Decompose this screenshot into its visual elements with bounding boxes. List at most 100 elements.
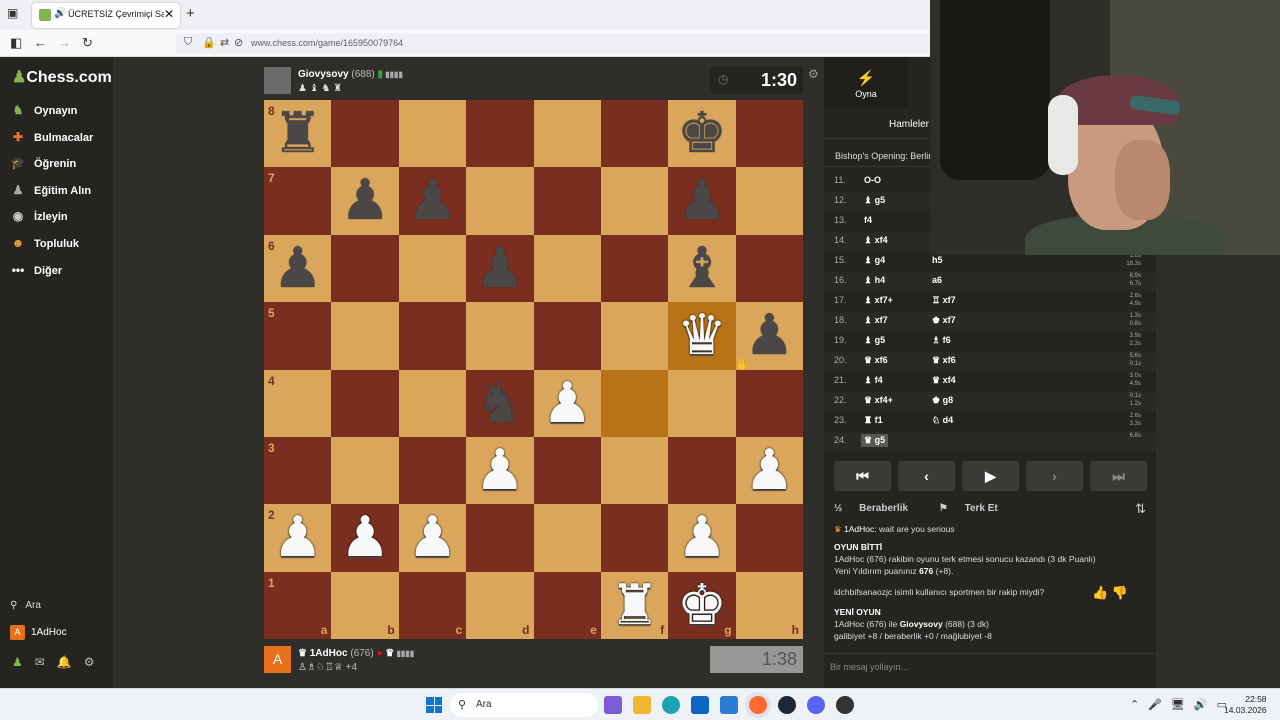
square-g7[interactable]: ♟ [668,167,736,235]
square-e4[interactable]: ♟ [533,369,601,437]
square-d5[interactable] [466,302,534,370]
square-b8[interactable] [331,100,399,168]
sidebar-item-more[interactable]: ••• Diğer [10,263,62,283]
opponent-avatar[interactable] [264,67,291,94]
square-h2[interactable] [735,504,803,572]
white-pawn-icon[interactable]: ♟ [668,504,735,571]
resign-button[interactable]: ⚑ Terk Et [939,503,1012,514]
square-e2[interactable] [533,504,601,572]
square-b7[interactable]: ♟ [331,167,399,235]
white-king-icon[interactable]: ♚ [668,572,735,639]
white-pawn-icon[interactable]: ♟ [466,437,533,504]
square-g1[interactable]: g ♚ [668,571,736,639]
square-b1[interactable]: b [331,571,399,639]
square-h3[interactable]: ♟ [735,436,803,505]
white-move[interactable]: ♝ h4 [864,275,885,286]
black-pawn-icon[interactable]: ♟ [668,167,735,234]
sidebar-item-watch[interactable]: ◉ İzleyin [10,209,68,229]
black-rook-icon[interactable]: ♜ [264,100,331,167]
black-move[interactable]: h5 [932,255,943,265]
white-move[interactable]: f4 [864,215,872,225]
windows-start-icon[interactable] [426,697,442,713]
square-d2[interactable] [466,504,534,572]
square-c7[interactable]: ♟ [398,167,467,235]
square-d1[interactable]: d [466,571,534,639]
white-rook-icon[interactable]: ♜ [601,572,668,639]
chess-logo[interactable]: ♟Chess.com [12,67,112,87]
draw-button[interactable]: ½ Beraberlik [834,503,922,514]
back-icon[interactable]: ← [34,35,47,50]
discord-icon[interactable] [807,696,825,714]
square-c8[interactable] [398,100,467,168]
tab-play[interactable]: ⚡ Oyna [824,57,908,107]
new-tab-button[interactable]: + [186,5,195,22]
muted-icon[interactable]: ⊘ [234,36,243,49]
square-e7[interactable] [533,167,601,235]
outlook-icon[interactable] [720,696,738,714]
next-move-button[interactable]: › [1026,461,1083,491]
square-d6[interactable]: ♟ [466,234,534,303]
square-g8[interactable]: ♚ [668,100,736,168]
square-d8[interactable] [466,100,534,168]
square-f2[interactable] [600,504,669,572]
square-f7[interactable] [600,167,669,235]
black-pawn-icon[interactable]: ♟ [399,167,466,234]
white-move[interactable]: ♝ g5 [864,195,885,206]
tab-close-icon[interactable]: ✕ [164,7,174,21]
first-move-button[interactable]: ⏮ [834,461,891,491]
black-move[interactable]: a6 [932,275,942,285]
flip-board-icon[interactable]: ⇅ [1135,501,1146,517]
white-move[interactable]: ♝ xf4 [864,235,888,246]
shield-icon[interactable]: ⛉ [184,36,192,49]
steam-icon[interactable] [778,696,796,714]
square-c4[interactable] [398,369,467,437]
black-move[interactable]: ♛ xf6 [932,355,956,366]
white-pawn-icon[interactable]: ♟ [331,504,398,571]
square-h8[interactable] [735,100,803,168]
square-d7[interactable] [466,167,534,235]
square-a1[interactable]: 1a [264,571,332,639]
square-a7[interactable]: 7 [264,167,332,235]
square-f1[interactable]: f ♜ [600,571,669,639]
square-c2[interactable]: ♟ [398,504,467,572]
file-explorer-icon[interactable] [633,696,651,714]
black-move[interactable]: ♚ xf7 [932,315,956,326]
friends-icon[interactable]: ♟ [12,655,23,669]
tab-list-icon[interactable]: ▣ [7,6,18,20]
square-g5[interactable]: ♛ [668,302,736,370]
white-move[interactable]: ♛ g5 [861,434,889,447]
square-c6[interactable] [398,234,467,303]
square-f6[interactable] [600,234,669,303]
square-e1[interactable]: e [533,571,601,639]
square-c1[interactable]: c [398,571,467,639]
square-g4[interactable] [668,369,736,437]
black-pawn-icon[interactable]: ♟ [331,167,398,234]
square-e5[interactable] [533,302,601,370]
chevron-up-icon[interactable]: ⌃ [1130,699,1139,711]
square-a8[interactable]: 8 ♜ [264,100,332,168]
system-clock[interactable]: 22:58 14.03.2026 [1224,694,1267,716]
square-h4[interactable] [735,369,803,437]
forward-icon[interactable]: → [58,35,71,50]
square-e3[interactable] [533,436,601,505]
permissions-icon[interactable]: ⇄ [220,36,229,49]
black-move[interactable]: ♗ f6 [932,335,951,346]
white-pawn-icon[interactable]: ♟ [264,504,331,571]
mail-icon[interactable]: ✉ [35,655,45,669]
url-bar[interactable]: ⛉ 🔒 ⇄ ⊘ www.chess.com/game/165950079764 [176,33,936,54]
copilot-icon[interactable] [604,696,622,714]
tab-moves[interactable]: Hamleler [889,119,929,130]
edge-icon[interactable] [662,696,680,714]
black-king-icon[interactable]: ♚ [668,100,735,167]
sidebar-toggle-icon[interactable]: ◧ [10,35,22,51]
square-b6[interactable] [331,234,399,303]
square-b4[interactable] [331,369,399,437]
gear-icon[interactable]: ⚙ [84,655,95,669]
white-move[interactable]: ♝ g4 [864,255,885,266]
play-button[interactable]: ▶ [962,461,1019,491]
sidebar-search[interactable]: ⚲ Ara [10,600,41,611]
white-move[interactable]: ♜ f1 [864,415,883,426]
white-pawn-icon[interactable]: ♟ [736,437,803,504]
white-move[interactable]: ♛ xf6 [864,355,888,366]
square-b5[interactable] [331,302,399,370]
